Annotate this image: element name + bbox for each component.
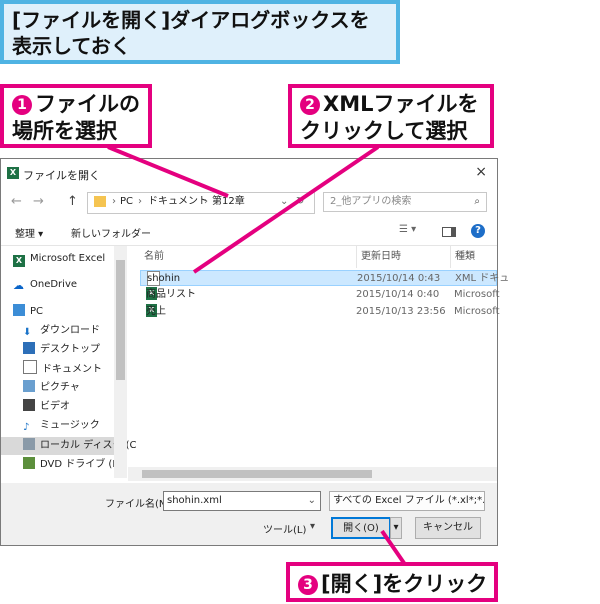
step-number-3: 3	[298, 575, 318, 595]
sidebar-item-onedrive[interactable]: ☁ OneDrive	[13, 276, 77, 294]
dvd-icon	[23, 457, 35, 469]
help-icon[interactable]: ?	[471, 224, 485, 238]
close-button[interactable]: ×	[475, 164, 487, 180]
back-arrow-icon[interactable]: ←	[11, 194, 22, 209]
banner-line2: 表示しておく	[12, 34, 131, 58]
file-name: 商品リスト	[146, 289, 196, 300]
open-button[interactable]: 開く(O)	[331, 517, 391, 539]
breadcrumb-pc[interactable]: PC	[120, 193, 133, 211]
breadcrumb-documents[interactable]: ドキュメント	[148, 193, 208, 211]
navigation-bar: ← → ↑ › PC › ドキュメント › 第12章 ⌄ ↻ 2_他アプリの検索…	[1, 191, 497, 215]
callout-2-line2: クリックして選択	[300, 119, 468, 143]
cancel-button[interactable]: キャンセル	[415, 517, 481, 539]
excel-icon: X	[7, 167, 19, 179]
file-type-filter[interactable]: すべての Excel ファイル (*.xl*;*.xlsx	[329, 491, 485, 511]
open-dropdown-button[interactable]: ▾	[390, 517, 402, 539]
music-icon: ♪	[23, 422, 30, 433]
sidebar-item-dvd[interactable]: DVD ドライブ (D:)	[23, 456, 127, 474]
step-number-2: 2	[300, 95, 320, 115]
column-header-name[interactable]: 名前	[144, 246, 164, 268]
sidebar-item-documents[interactable]: ドキュメント	[23, 360, 102, 378]
disk-icon	[23, 438, 35, 450]
organize-menu[interactable]: 整理 ▾	[15, 225, 43, 240]
file-date: 2015/10/13 23:56	[356, 306, 446, 317]
preview-pane-icon[interactable]	[442, 227, 456, 237]
sidebar-item-pc[interactable]: PC	[13, 303, 43, 321]
callout-1-line2: 場所を選択	[12, 119, 117, 143]
address-bar[interactable]: › PC › ドキュメント › 第12章 ⌄ ↻	[87, 192, 315, 214]
callout-3-line1: [開く]をクリック	[321, 572, 488, 596]
file-row-shohin[interactable]: shohin 2015/10/14 0:43 XML ドキュ	[140, 270, 509, 286]
excel-icon: X	[13, 255, 25, 267]
column-header-date[interactable]: 更新日時	[356, 246, 401, 268]
callout-step-1: 1 ファイルの 場所を選択	[0, 84, 152, 148]
file-type: Microsoft	[454, 306, 500, 317]
sidebar-item-music[interactable]: ♪ ミュージック	[23, 417, 100, 435]
forward-arrow-icon[interactable]: →	[33, 194, 44, 209]
instruction-banner: [ファイルを開く]ダイアログボックスを 表示しておく	[0, 0, 400, 64]
search-placeholder: 2_他アプリの検索	[330, 196, 412, 207]
file-row-product-list[interactable]: X 商品リスト 2015/10/14 0:40 Microsoft	[140, 287, 500, 303]
sidebar-scrollbar[interactable]	[114, 246, 127, 478]
search-input[interactable]: 2_他アプリの検索 ⌕	[323, 192, 487, 212]
file-type: Microsoft	[454, 289, 500, 300]
sidebar-item-desktop[interactable]: デスクトップ	[23, 341, 100, 359]
navigation-pane: X Microsoft Excel ☁ OneDrive PC ⬇ ダウンロード デス…	[1, 246, 137, 478]
file-type: XML ドキュ	[455, 273, 510, 284]
view-options-icon[interactable]: ☰ ▾	[399, 224, 416, 235]
tools-menu[interactable]: ツール(L)	[263, 521, 306, 536]
scrollbar-thumb[interactable]	[142, 470, 372, 478]
picture-icon	[23, 380, 35, 392]
callout-1-line1: ファイルの	[35, 92, 140, 116]
open-file-dialog: X ファイルを開く × ← → ↑ › PC › ドキュメント › 第12章 ⌄…	[0, 158, 509, 546]
file-date: 2015/10/14 0:43	[357, 273, 441, 284]
sidebar-item-excel[interactable]: X Microsoft Excel	[13, 250, 105, 268]
step-number-1: 1	[12, 95, 32, 115]
dialog-footer: ファイル名(N): shohin.xml ⌄ すべての Excel ファイル (…	[1, 483, 497, 545]
up-arrow-icon[interactable]: ↑	[67, 194, 78, 209]
sidebar-item-local-disk[interactable]: ローカル ディスク (C	[1, 437, 137, 455]
refresh-icon[interactable]: ↻	[296, 193, 304, 211]
tools-dropdown-icon[interactable]: ▾	[310, 521, 315, 532]
video-icon	[23, 399, 35, 411]
horizontal-scrollbar[interactable]	[128, 467, 497, 481]
command-toolbar: 整理 ▾ 新しいフォルダー ☰ ▾ ?	[1, 221, 497, 243]
new-folder-button[interactable]: 新しいフォルダー	[71, 225, 151, 240]
sidebar-item-videos[interactable]: ビデオ	[23, 398, 70, 416]
file-row-sales[interactable]: X 売上 2015/10/13 23:56 Microsoft	[140, 304, 500, 320]
file-name: 売上	[146, 306, 166, 317]
breadcrumb-chapter12[interactable]: 第12章	[212, 193, 245, 211]
download-icon: ⬇	[23, 327, 32, 338]
chevron-down-icon[interactable]: ⌄	[280, 193, 288, 211]
callout-step-2: 2 XMLファイルを クリックして選択	[288, 84, 494, 148]
filename-input[interactable]: shohin.xml ⌄	[163, 491, 321, 511]
dialog-titlebar: X ファイルを開く ×	[1, 159, 497, 189]
sidebar-item-pictures[interactable]: ピクチャ	[23, 379, 80, 397]
file-date: 2015/10/14 0:40	[356, 289, 440, 300]
scrollbar-thumb[interactable]	[116, 260, 125, 380]
search-icon: ⌕	[474, 196, 480, 207]
chevron-down-icon[interactable]: ⌄	[308, 492, 316, 510]
document-icon	[23, 360, 37, 374]
banner-line1: [ファイルを開く]ダイアログボックスを	[12, 8, 370, 32]
computer-icon	[13, 304, 25, 316]
callout-step-3: 3 [開く]をクリック	[286, 562, 498, 602]
file-list: 名前 更新日時 種類 shohin 2015/10/14 0:43 XML ドキ…	[128, 246, 509, 478]
sidebar-item-downloads[interactable]: ⬇ ダウンロード	[23, 322, 100, 340]
file-name: shohin	[147, 273, 181, 284]
column-header-type[interactable]: 種類	[450, 246, 475, 268]
callout-2-line1: XMLファイルを	[323, 92, 479, 116]
dialog-title: ファイルを開く	[23, 169, 100, 182]
cloud-icon: ☁	[13, 279, 24, 292]
folder-icon	[94, 196, 106, 207]
desktop-icon	[23, 342, 35, 354]
